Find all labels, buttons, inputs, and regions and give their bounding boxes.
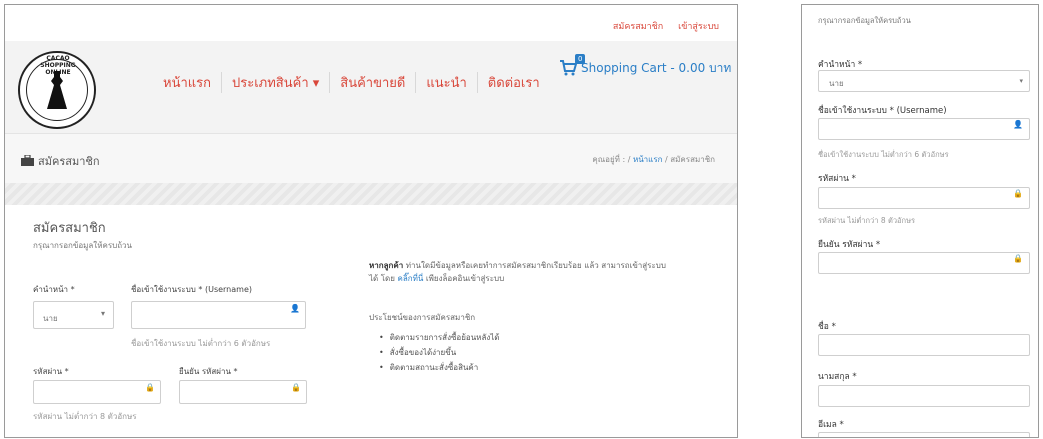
lock-icon: 🔒 xyxy=(1013,189,1023,198)
confirm-password-input[interactable]: 🔒 xyxy=(818,252,1030,274)
confirm-password-label: ยืนยัน รหัสผ่าน * xyxy=(818,240,881,250)
password-label: รหัสผ่าน * xyxy=(33,367,69,376)
breadcrumb-current: สมัครสมาชิก xyxy=(670,155,715,164)
page-title: สมัครสมาชิก xyxy=(21,152,100,170)
nav-contact[interactable]: ติดต่อเรา xyxy=(478,72,550,93)
register-link[interactable]: สมัครสมาชิก xyxy=(613,22,663,32)
decorative-stripe xyxy=(5,183,737,205)
password-help: รหัสผ่าน ไม่ต่ำกว่า 8 ตัวอักษร xyxy=(33,412,137,421)
username-help: ชื่อเข้าใช้งานระบบ ไม่ต่ำกว่า 6 ตัวอักษร xyxy=(818,150,949,159)
firstname-input[interactable] xyxy=(818,334,1030,356)
form-instruction: กรุณากรอกข้อมูลให้ครบถ้วน xyxy=(818,16,911,25)
username-label: ชื่อเข้าใช้งานระบบ * (Username) xyxy=(131,285,252,294)
site-header: CACAO SHOPPING ONLINE หน้าแรกประเภทสินค้… xyxy=(5,41,737,133)
password-label: รหัสผ่าน * xyxy=(818,174,856,184)
chevron-down-icon: ▾ xyxy=(100,309,105,318)
username-input[interactable]: 👤 xyxy=(818,118,1030,140)
click-here-link[interactable]: คลิ๊กที่นี่ xyxy=(398,274,424,283)
lastname-label: นามสกุล * xyxy=(818,372,857,382)
title-label: คำนำหน้า * xyxy=(33,285,75,294)
user-icon: 👤 xyxy=(290,304,300,313)
benefit-item: สั่งซื้อของได้ง่ายขึ้น xyxy=(379,346,456,359)
form-instruction: กรุณากรอกข้อมูลให้ครบถ้วน xyxy=(33,241,133,250)
email-input[interactable] xyxy=(818,432,1030,437)
email-label: อีเมล * xyxy=(818,420,844,430)
lastname-input[interactable] xyxy=(818,385,1030,407)
username-label: ชื่อเข้าใช้งานระบบ * (Username) xyxy=(818,106,947,116)
confirm-password-input[interactable]: 🔒 xyxy=(179,380,307,404)
login-link[interactable]: เข้าสู่ระบบ xyxy=(678,22,719,32)
login-hint: หากลูกค้า ท่านใดมีข้อมูลหรือเคยทำการสมัค… xyxy=(369,259,669,285)
login-hint-bold: หากลูกค้า xyxy=(369,261,404,270)
top-bar: สมัครสมาชิก เข้าสู่ระบบ xyxy=(5,5,737,42)
lock-icon: 🔒 xyxy=(145,383,155,392)
nav-recommended[interactable]: แนะนำ xyxy=(416,72,478,93)
mobile-view: กรุณากรอกข้อมูลให้ครบถ้วน คำนำหน้า * นาย… xyxy=(801,4,1039,438)
breadcrumb-home-link[interactable]: หน้าแรก xyxy=(633,155,663,164)
nav-home[interactable]: หน้าแรก xyxy=(153,72,222,93)
username-input[interactable]: 👤 xyxy=(131,301,306,329)
title-select[interactable]: นาย ▾ xyxy=(818,70,1030,92)
page-title-bar: สมัครสมาชิก คุณอยู่ที่ : / หน้าแรก / สมั… xyxy=(5,133,737,185)
title-label: คำนำหน้า * xyxy=(818,60,863,70)
desktop-view: สมัครสมาชิก เข้าสู่ระบบ CACAO SHOPPING O… xyxy=(4,4,738,438)
title-select[interactable]: นาย ▾ xyxy=(33,301,114,329)
title-select-value: นาย xyxy=(43,314,58,323)
shopping-cart[interactable]: 0 Shopping Cart - 0.00 บาท xyxy=(559,54,732,78)
user-icon: 👤 xyxy=(1013,120,1023,129)
username-help: ชื่อเข้าใช้งานระบบ ไม่ต่ำกว่า 6 ตัวอักษร xyxy=(131,339,271,348)
benefits-title: ประโยชน์ของการสมัครสมาชิก xyxy=(369,313,476,322)
main-nav: หน้าแรก ประเภทสินค้า ▾ สินค้าขายดี แนะนำ ติด… xyxy=(153,72,550,93)
breadcrumb-separator: / xyxy=(665,155,668,164)
lock-icon: 🔒 xyxy=(1013,254,1023,263)
top-links: สมัครสมาชิก เข้าสู่ระบบ xyxy=(601,19,719,33)
benefit-item: ติดตามสถานะสั่งซื้อสินค้า xyxy=(379,361,479,374)
firstname-label: ชื่อ * xyxy=(818,322,836,332)
breadcrumb-prefix: คุณอยู่ที่ : xyxy=(592,155,626,164)
title-select-value: นาย xyxy=(829,79,844,88)
lock-icon: 🔒 xyxy=(291,383,301,392)
password-input[interactable]: 🔒 xyxy=(33,380,161,404)
nav-bestsellers[interactable]: สินค้าขายดี xyxy=(330,72,417,93)
login-hint-after: เพียงล็อคอินเข้าสู่ระบบ xyxy=(425,274,505,283)
dress-icon xyxy=(47,71,67,109)
form-heading: สมัครสมาชิก xyxy=(33,221,106,236)
cart-label: Shopping Cart - 0.00 บาท xyxy=(581,61,732,75)
chevron-down-icon: ▾ xyxy=(1019,77,1023,85)
benefit-item: ติดตามรายการสั่งซื้อย้อนหลังได้ xyxy=(379,331,500,344)
breadcrumb: คุณอยู่ที่ : / หน้าแรก / สมัครสมาชิก xyxy=(592,153,715,166)
password-help: รหัสผ่าน ไม่ต่ำกว่า 8 ตัวอักษร xyxy=(818,216,916,225)
confirm-password-label: ยืนยัน รหัสผ่าน * xyxy=(179,367,238,376)
cart-count-badge: 0 xyxy=(575,54,586,64)
briefcase-icon xyxy=(21,154,34,166)
nav-categories[interactable]: ประเภทสินค้า ▾ xyxy=(222,72,331,93)
registration-form: สมัครสมาชิก กรุณากรอกข้อมูลให้ครบถ้วน คำ… xyxy=(5,205,737,437)
breadcrumb-separator: / xyxy=(627,155,631,164)
password-input[interactable]: 🔒 xyxy=(818,187,1030,209)
site-logo[interactable]: CACAO SHOPPING ONLINE xyxy=(18,51,96,129)
